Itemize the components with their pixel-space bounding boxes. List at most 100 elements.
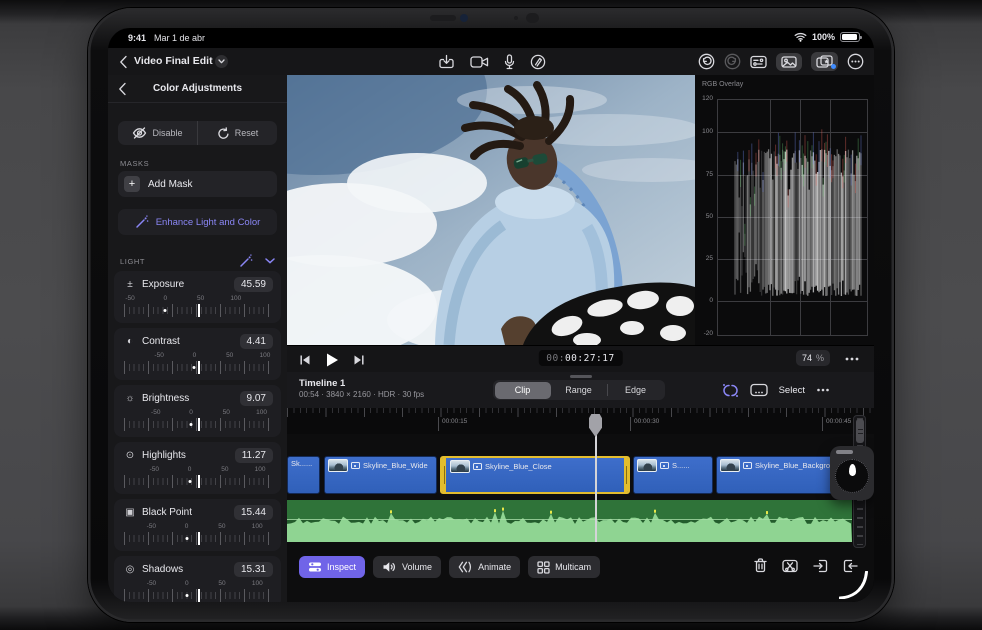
camera-module: [430, 15, 456, 21]
slider-track[interactable]: [124, 361, 271, 374]
slider-value[interactable]: 45.59: [233, 277, 273, 292]
inspect-button[interactable]: Inspect: [299, 556, 366, 578]
zoom-slider-thumb[interactable]: [856, 419, 864, 443]
wifi-icon: [794, 32, 807, 42]
reset-button[interactable]: Reset: [198, 121, 277, 145]
slider-card-brightness: ☼ Brightness 9.07 -50 0 50 100: [114, 385, 281, 437]
slider-value[interactable]: 9.07: [239, 391, 273, 406]
battery-percent: 100%: [811, 32, 835, 42]
timeline-meta: 00:54 · 3840 × 2160 · HDR · 30 fps: [299, 390, 425, 399]
camera-button[interactable]: [470, 55, 489, 69]
add-mask-button[interactable]: + Add Mask: [118, 171, 277, 197]
clock: 9:41: [128, 33, 147, 43]
auto-enhance-icon[interactable]: [239, 254, 253, 268]
video-preview[interactable]: [287, 75, 695, 345]
jog-dial[interactable]: [835, 459, 869, 493]
slider-track[interactable]: [124, 589, 271, 602]
slider-card-exposure: ± Exposure 45.59 -50 0 50 100: [114, 271, 281, 323]
trim-handle-right[interactable]: [624, 458, 628, 492]
overwrite-clip-icon[interactable]: [749, 383, 768, 397]
delete-button[interactable]: [754, 558, 767, 573]
collapse-chevron-icon[interactable]: [265, 258, 275, 264]
live-drawing-button[interactable]: [530, 54, 546, 70]
top-toolbar: Video Final Edit: [108, 48, 874, 75]
slider-scale: -50 0 50 100: [125, 295, 242, 302]
volume-button[interactable]: Volume: [373, 556, 442, 578]
timeline-ruler[interactable]: 00:00:15 00:00:30 00:00:45: [287, 408, 874, 434]
title-chevron-icon[interactable]: [215, 55, 228, 68]
add-mask-label: Add Mask: [148, 178, 193, 190]
slider-value[interactable]: 4.41: [239, 334, 273, 349]
slider-value[interactable]: 15.44: [233, 505, 273, 520]
slider-track[interactable]: [124, 304, 271, 317]
shadows-icon: ◎: [125, 564, 135, 575]
viewer-more-button[interactable]: [844, 356, 860, 362]
battery-icon: [840, 32, 862, 42]
highlights-icon: ⊙: [125, 450, 135, 461]
slider-label: Contrast: [142, 336, 180, 347]
brightness-icon: ☼: [125, 393, 135, 404]
mode-clip[interactable]: Clip: [494, 381, 551, 399]
contrast-icon: ◐: [126, 336, 134, 347]
slider-value[interactable]: 11.27: [234, 448, 273, 463]
mode-range[interactable]: Range: [551, 382, 607, 399]
media-browser-button[interactable]: [776, 52, 802, 71]
slider-scale: -50 0 50 100: [149, 466, 266, 473]
slider-label: Highlights: [142, 450, 186, 461]
page-curl-indicator[interactable]: [839, 571, 869, 599]
enhance-button[interactable]: Enhance Light and Color: [118, 209, 277, 235]
timeline-clip-selected[interactable]: Skyline_Blue_Close: [440, 456, 630, 494]
rgb-overlay-scope: RGB Overlay 120 100 75 50 25 0 -20: [695, 75, 874, 345]
status-date: Mar 1 de abr: [154, 33, 206, 43]
skip-back-button[interactable]: [299, 354, 311, 366]
blade-button[interactable]: [782, 559, 798, 573]
more-button[interactable]: [847, 53, 864, 70]
status-bar: 9:41 Mar 1 de abr 100%: [108, 28, 874, 48]
masks-section-label: MASKS: [120, 159, 150, 168]
jog-pointer: [849, 464, 856, 476]
magnetic-timeline-icon[interactable]: [722, 383, 739, 398]
slider-track[interactable]: [124, 475, 271, 488]
redo-button[interactable]: [724, 53, 741, 70]
slider-value[interactable]: 15.31: [233, 562, 273, 577]
slider-track[interactable]: [124, 418, 271, 431]
ipad-frame: 9:41 Mar 1 de abr 100% Video Final Edit: [88, 8, 894, 622]
slider-card-contrast: ◐ Contrast 4.41 -50 0 50 100: [114, 328, 281, 380]
audio-waveform: [287, 507, 852, 542]
select-tool-button[interactable]: Select: [779, 385, 805, 396]
undo-button[interactable]: [698, 53, 715, 70]
mic-button[interactable]: [504, 53, 515, 70]
reset-icon: [218, 126, 229, 139]
insert-left-button[interactable]: [813, 559, 828, 573]
effects-browser-button[interactable]: [811, 52, 838, 71]
trim-handle-left[interactable]: [442, 458, 446, 492]
timeline-clip[interactable]: Sk......: [287, 456, 320, 494]
resize-grip[interactable]: [569, 375, 592, 378]
back-button[interactable]: [119, 55, 128, 69]
mode-edge[interactable]: Edge: [608, 382, 664, 399]
viewer-zoom-button[interactable]: 74%: [795, 350, 830, 366]
multicam-button[interactable]: Multicam: [528, 556, 601, 578]
eye-off-icon: [133, 127, 147, 139]
jog-wheel[interactable]: [830, 446, 874, 500]
timeline-more-button[interactable]: [816, 387, 830, 393]
disable-button[interactable]: Disable: [118, 121, 198, 145]
color-adjustments-panel: Color Adjustments Disable Reset MASKS + …: [108, 75, 287, 602]
audio-track[interactable]: [287, 500, 852, 542]
display-options-button[interactable]: [750, 55, 767, 69]
jog-grip[interactable]: [836, 450, 853, 454]
timeline-clip[interactable]: S......: [633, 456, 713, 494]
slider-track[interactable]: [124, 532, 271, 545]
disable-label: Disable: [152, 128, 183, 138]
project-title[interactable]: Video Final Edit: [134, 55, 213, 67]
slider-card-highlights: ⊙ Highlights 11.27 -50 0 50 100: [114, 442, 281, 494]
magic-wand-icon: [135, 215, 149, 228]
scope-waveform: [734, 129, 862, 296]
sensor-dot: [514, 16, 518, 20]
animate-button[interactable]: Animate: [449, 556, 521, 578]
import-button[interactable]: [438, 54, 455, 70]
slider-scale: -50 0 50 100: [151, 409, 268, 416]
play-button[interactable]: [325, 352, 339, 368]
timeline-clip[interactable]: Skyline_Blue_Wide: [324, 456, 437, 494]
skip-forward-button[interactable]: [353, 354, 365, 366]
